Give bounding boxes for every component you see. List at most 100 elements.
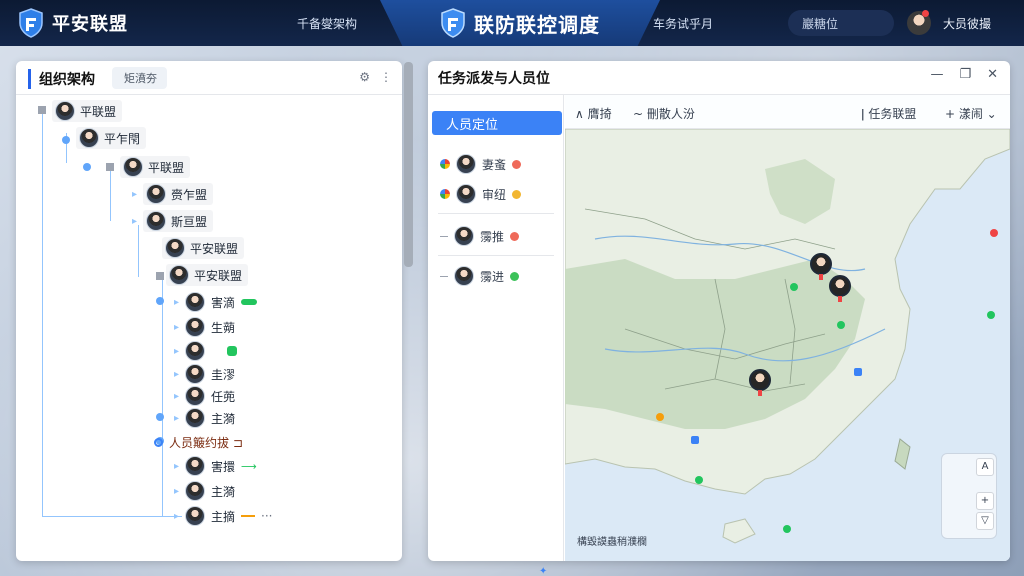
task-panel-title: 任务派发与人员位 xyxy=(438,71,550,87)
tree-node-label: 主漪 xyxy=(211,484,236,499)
more-icon[interactable]: ··· xyxy=(261,509,272,523)
location-marker-icon xyxy=(440,189,450,199)
tree-node-box: 平联盟 xyxy=(52,100,123,122)
arrow-right-icon: ▸ xyxy=(132,188,138,200)
tree-node-box: 平乍閇 xyxy=(76,127,147,149)
tree-node-label: 主漪 xyxy=(211,411,236,426)
minimize-icon[interactable]: — xyxy=(930,67,943,82)
tree-node[interactable]: 平联盟 xyxy=(52,100,123,122)
tree-toggle[interactable] xyxy=(106,163,114,171)
tree-node[interactable]: ▸ 主摘 ··· xyxy=(174,505,273,527)
dash-icon xyxy=(440,235,448,237)
tree-node-label: 害滴 xyxy=(211,295,236,310)
tree-node[interactable]: 平安联盟 xyxy=(166,264,249,286)
map-marker-green[interactable] xyxy=(987,311,995,319)
tree-line xyxy=(42,516,182,517)
brand[interactable]: 平安联盟 xyxy=(18,8,128,38)
tree-toggle[interactable] xyxy=(38,106,46,114)
tree-node[interactable]: ▸ 圭漻 xyxy=(174,363,235,385)
tree-node[interactable]: 平联盟 xyxy=(120,156,191,178)
nav-org-structure[interactable]: 千备燮架构 xyxy=(297,15,357,32)
map-marker-green[interactable] xyxy=(790,283,798,291)
map-tool-dropdown[interactable]: + 漾闹 ⌄ xyxy=(945,105,997,122)
avatar xyxy=(185,481,206,501)
tree-node[interactable]: 平安联盟 xyxy=(162,237,245,259)
shield-logo-icon xyxy=(19,8,43,38)
map-marker-green[interactable] xyxy=(837,321,845,329)
zoom-in-button[interactable]: + xyxy=(976,492,994,510)
settings-icon[interactable]: ⚙ xyxy=(359,70,370,84)
tree-node[interactable]: ▸ 害擐 ⟶ xyxy=(174,455,257,477)
map-tool-scatter[interactable]: ~ 刪散人汾 xyxy=(633,105,695,122)
status-dot xyxy=(512,159,522,169)
personnel-map-pin[interactable] xyxy=(749,369,771,396)
close-icon[interactable]: ✕ xyxy=(987,67,998,82)
tree-toggle[interactable] xyxy=(156,272,164,280)
tree-toggle[interactable] xyxy=(156,297,164,305)
zoom-out-button[interactable]: ▽ xyxy=(976,512,994,530)
map-marker-red[interactable] xyxy=(990,229,998,237)
divider xyxy=(438,213,554,214)
map-north-button[interactable]: A xyxy=(976,458,994,476)
person-item[interactable]: 审纽 xyxy=(440,183,522,205)
search-input[interactable]: 巖糖位 xyxy=(788,10,894,36)
personnel-map-pin[interactable] xyxy=(810,253,832,280)
tree-node[interactable]: ▸ 生蒴 xyxy=(174,316,235,338)
tree-node-label: 平联盟 xyxy=(80,104,117,119)
personnel-sidebar: 人员定位 妻蚉 审纽 霶推 霶进 xyxy=(428,95,564,561)
tree-node-box: 赍乍盟 xyxy=(143,183,214,205)
copy-icon[interactable]: ❐ xyxy=(959,67,971,82)
map-zoom-controls: A + ▽ xyxy=(941,453,997,539)
tab-personnel-location[interactable]: 人员定位 xyxy=(432,111,562,135)
person-name: 审纽 xyxy=(482,187,507,202)
map-marker-orange[interactable] xyxy=(656,413,664,421)
avatar xyxy=(185,386,206,406)
status-dot xyxy=(227,346,238,356)
org-structure-panel: 组织架构 矩濆夯 ⚙ ⋮ 平联盟 平乍閇 平联盟 ▸ 赍乍盟 ▸ 斯亘盟 平安联… xyxy=(16,61,402,561)
person-item[interactable]: 霶进 xyxy=(440,265,520,287)
tree-node[interactable]: ▸ 主漪 xyxy=(174,407,235,429)
tree-node-label: 平安联盟 xyxy=(190,241,239,256)
tree-line xyxy=(110,169,111,221)
status-dot xyxy=(510,231,520,241)
tree-node[interactable]: ▸ 任蔸 xyxy=(174,385,235,407)
org-filter-tag[interactable]: 矩濆夯 xyxy=(112,67,167,89)
title-banner: 联防联控调度 xyxy=(380,0,660,46)
tree-node[interactable]: ▸ xyxy=(174,340,238,362)
tree-toggle[interactable] xyxy=(83,163,91,171)
avatar xyxy=(454,226,474,246)
tree-node-box: 平联盟 xyxy=(120,156,191,178)
tree-node[interactable]: 平乍閇 xyxy=(76,127,147,149)
map-marker-green[interactable] xyxy=(695,476,703,484)
map-marker-green[interactable] xyxy=(783,525,791,533)
map-tool-layer[interactable]: ∧ 膺掎 xyxy=(575,105,612,122)
person-name: 霶进 xyxy=(480,269,505,284)
map-marker-blue[interactable] xyxy=(854,368,862,376)
map-marker-blue[interactable] xyxy=(691,436,699,444)
person-item[interactable]: 霶推 xyxy=(440,225,520,247)
map-view[interactable]: ∧ 膺掎 ~ 刪散人汾 ǀ 任务联盟 + 漾闹 ⌄ 構毀謨蟲稍濮欄 A + ▽ xyxy=(565,95,1010,561)
tree-group-node[interactable]: 人员簸约拔 ⊐ xyxy=(154,431,243,453)
user-menu[interactable]: 大员彼撮 xyxy=(943,15,991,32)
tree-toggle[interactable] xyxy=(156,413,164,421)
map-tool-task-alliance[interactable]: ǀ 任务联盟 xyxy=(861,105,916,122)
arrow-right-icon: ▸ xyxy=(174,510,180,522)
avatar xyxy=(185,456,206,476)
tree-node[interactable]: ▸ 主漪 xyxy=(174,480,235,502)
scrollbar[interactable] xyxy=(404,62,413,267)
status-dot xyxy=(510,271,520,281)
tree-line xyxy=(42,107,43,517)
arrow-right-icon: ▸ xyxy=(174,460,180,472)
tree-node-label: 赍乍盟 xyxy=(171,187,208,202)
tree-toggle[interactable] xyxy=(62,136,70,144)
tree-node-label: 任蔸 xyxy=(211,389,236,404)
nav-task-dispatch[interactable]: 车务试乎月 xyxy=(653,15,713,32)
tree-node[interactable]: ▸ 害滴 xyxy=(174,291,258,313)
tree-node[interactable]: ▸ 斯亘盟 xyxy=(132,210,214,232)
avatar xyxy=(169,265,189,285)
more-icon[interactable]: ⋮ xyxy=(380,70,392,84)
person-item[interactable]: 妻蚉 xyxy=(440,153,522,175)
tree-node[interactable]: ▸ 赍乍盟 xyxy=(132,183,214,205)
personnel-map-pin[interactable] xyxy=(829,275,851,302)
arrow-right-icon: ▸ xyxy=(174,368,180,380)
